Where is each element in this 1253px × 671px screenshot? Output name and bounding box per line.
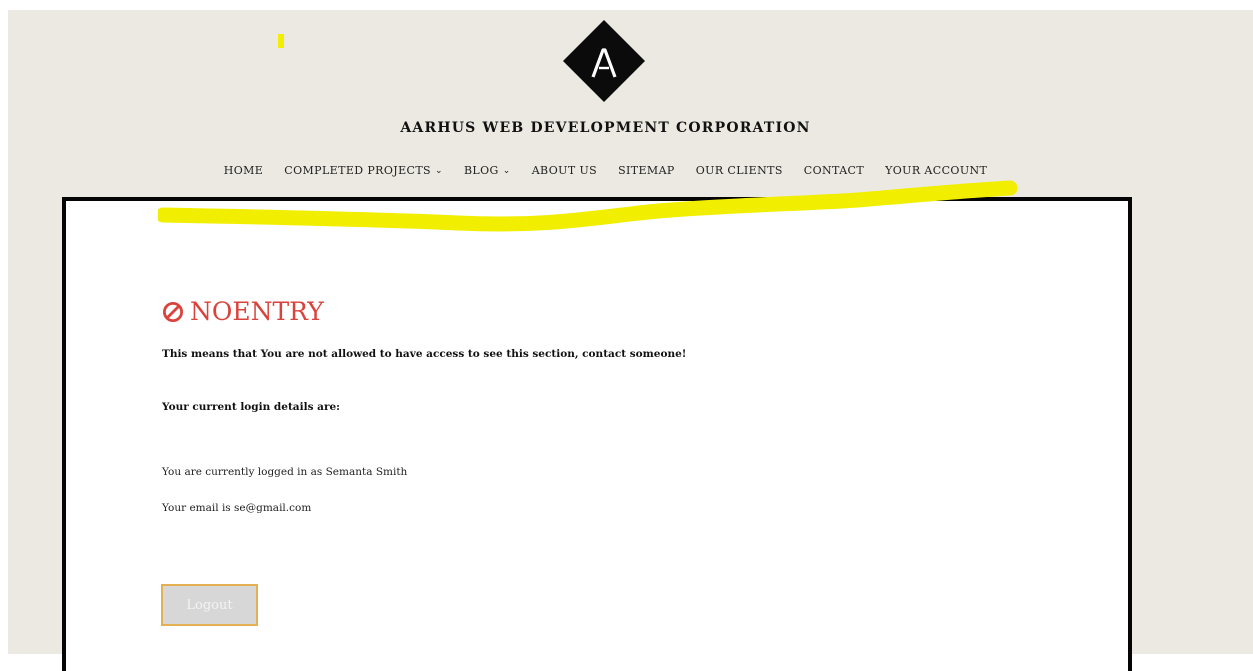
nav-item-home[interactable]: HOME xyxy=(224,164,264,177)
chevron-down-icon: ⌄ xyxy=(435,166,443,176)
heading-text: NOENTRY xyxy=(190,297,324,326)
page-background: AARHUS WEB DEVELOPMENT CORPORATION HOME … xyxy=(8,10,1253,671)
yellow-highlight-mark xyxy=(278,34,284,48)
access-denied-message: This means that You are not allowed to h… xyxy=(162,348,687,360)
logout-button[interactable]: Logout xyxy=(161,584,258,626)
nav-item-about-us[interactable]: ABOUT US xyxy=(532,164,597,177)
nav-item-label: BLOG xyxy=(463,164,499,177)
nav-item-label: ABOUT US xyxy=(531,164,598,177)
nav-item-your-account[interactable]: YOUR ACCOUNT xyxy=(885,164,987,177)
login-details-label: Your current login details are: xyxy=(162,401,341,413)
user-email-text: Your email is se@gmail.com xyxy=(162,502,312,514)
site-title[interactable]: AARHUS WEB DEVELOPMENT CORPORATION xyxy=(8,120,1203,136)
nav-item-label: SITEMAP xyxy=(618,164,675,177)
chevron-down-icon: ⌄ xyxy=(502,166,511,176)
nav-item-our-clients[interactable]: OUR CLIENTS xyxy=(696,164,783,177)
nav-item-contact[interactable]: CONTACT xyxy=(804,164,864,177)
nav-item-label: OUR CLIENTS xyxy=(695,164,783,177)
nav-item-completed-projects[interactable]: COMPLETED PROJECTS ⌄ xyxy=(284,164,443,177)
nav-item-label: YOUR ACCOUNT xyxy=(885,164,988,177)
main-nav: HOME COMPLETED PROJECTS ⌄ BLOG ⌄ ABOUT US … xyxy=(8,164,1203,177)
no-entry-icon xyxy=(162,301,184,322)
nav-item-label: CONTACT xyxy=(803,164,865,177)
logged-in-user-text: You are currently logged in as Semanta S… xyxy=(162,466,408,478)
nav-item-label: HOME xyxy=(223,164,264,177)
nav-item-label: COMPLETED PROJECTS xyxy=(284,164,431,177)
page-heading: NOENTRY xyxy=(162,297,324,326)
nav-item-sitemap[interactable]: SITEMAP xyxy=(618,164,675,177)
logo-letter-a-icon xyxy=(591,48,617,78)
nav-item-blog[interactable]: BLOG ⌄ xyxy=(464,164,511,177)
content-panel: NOENTRY This means that You are not allo… xyxy=(62,197,1132,671)
